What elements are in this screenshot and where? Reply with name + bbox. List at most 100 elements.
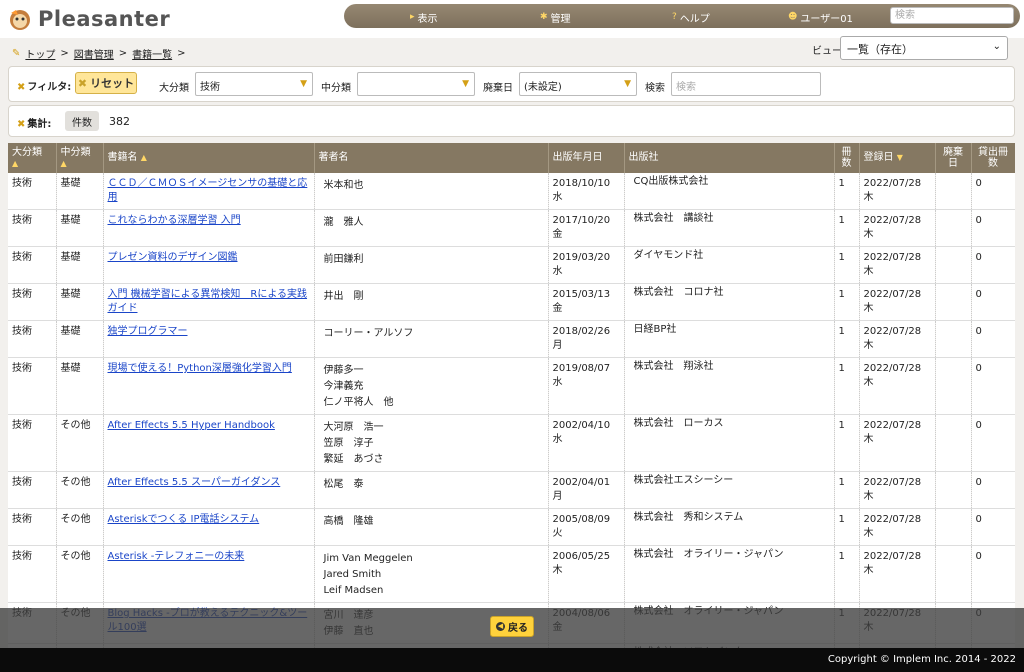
col-pubdate[interactable]: 出版年月日 <box>548 143 625 173</box>
pubday: 水 <box>552 434 563 445</box>
table-row[interactable]: 技術 基礎 これならわかる深層学習 入門 瀧 雅人 2017/10/20 金 株式会社 講談… <box>8 209 1015 247</box>
collapse-icon[interactable]: ✖ <box>17 119 25 130</box>
col-minor-label: 中分類 <box>60 147 91 158</box>
pubdate: 2006/05/25 <box>552 551 611 562</box>
cell-lent: 0 <box>971 357 1015 415</box>
book-title-link[interactable]: Asterisk -テレフォニーの未来 <box>108 551 245 562</box>
filter-panel: ✖ フィルタ: ✖ リセット 大分類 技術 ▼ 中分類 ▼ 廃棄日 (未設定) ▼… <box>8 66 1015 102</box>
nav-view[interactable]: ▸ 表示 <box>410 10 438 25</box>
cell-qty: 1 <box>834 357 860 415</box>
book-title-link[interactable]: After Effects 5.5 Hyper Handbook <box>108 420 275 431</box>
breadcrumb-sep: > <box>118 48 128 59</box>
table-row[interactable]: 技術 その他 Asterisk -テレフォニーの未来 Jim Van Meggelen… <box>8 545 1015 603</box>
regdate: 2022/07/28 <box>863 551 922 562</box>
table-row[interactable]: 技術 その他 Asteriskでつくる IP電話システム 高橋 隆雄 2005/08/0… <box>8 508 1015 546</box>
col-pubdate-label: 出版年月日 <box>552 152 603 163</box>
col-minor[interactable]: 中分類 ▲ <box>56 143 104 173</box>
reset-button[interactable]: ✖ リセット <box>75 72 137 94</box>
breadcrumb-library[interactable]: 図書管理 <box>74 46 114 61</box>
book-title-link[interactable]: プレゼン資料のデザイン図鑑 <box>108 252 238 263</box>
col-lent[interactable]: 貸出冊数 <box>971 143 1015 173</box>
col-discard[interactable]: 廃棄日 <box>935 143 972 173</box>
author-name: Jim Van Meggelen <box>323 553 413 564</box>
book-title-link[interactable]: ＣＣＤ／ＣＭＯＳイメージセンサの基礎と応用 <box>108 178 308 203</box>
cell-pubdate: 2006/05/25 木 <box>548 545 625 603</box>
logo[interactable]: Pleasanter <box>8 5 170 33</box>
book-title-link[interactable]: 現場で使える！Python深層強化学習入門 <box>108 363 292 374</box>
cell-publisher: 株式会社 コロナ社 <box>624 283 835 321</box>
book-title-link[interactable]: Asteriskでつくる IP電話システム <box>108 514 260 525</box>
table-row[interactable]: 技術 基礎 独学プログラマー コーリー・アルソフ 2018/02/26 月日経BP社 1 20… <box>8 320 1015 358</box>
major-filter-select[interactable]: 技術 ▼ <box>195 72 313 96</box>
nav-help[interactable]: ? ヘルプ <box>672 10 710 25</box>
cell-lent: 0 <box>971 414 1015 472</box>
table-row[interactable]: 技術 その他 After Effects 5.5 スーパーガイダンス 松尾 泰 2002… <box>8 471 1015 509</box>
col-regdate-label: 登録日 <box>863 152 894 163</box>
pubdate: 2015/03/13 <box>552 289 611 300</box>
regdate: 2022/07/28 <box>863 420 922 431</box>
cell-author: 瀧 雅人 <box>314 209 549 247</box>
filter-label-text: フィルタ: <box>27 82 72 93</box>
col-title[interactable]: 書籍名 ▲ <box>103 143 315 173</box>
minor-filter-select[interactable]: ▼ <box>357 72 475 96</box>
back-button[interactable]: ◀ 戻る <box>490 616 534 637</box>
nav-search-input[interactable]: 検索 <box>890 7 1014 24</box>
cell-title: After Effects 5.5 スーパーガイダンス <box>103 471 315 509</box>
cell-minor: 基礎 <box>56 209 104 247</box>
cell-publisher: 株式会社エスシーシー <box>624 471 835 509</box>
book-table-container: 大分類 ▲ 中分類 ▲ 書籍名 ▲ 著者名 出版年月日 出版社 冊数 登録日 ▼ 廃… <box>8 143 1015 672</box>
collapse-icon[interactable]: ✖ <box>17 82 25 93</box>
cell-discard <box>935 471 972 509</box>
book-title-link[interactable]: これならわかる深層学習 入門 <box>108 215 241 226</box>
count-button[interactable]: 件数 <box>65 111 99 131</box>
book-title-link[interactable]: After Effects 5.5 スーパーガイダンス <box>108 477 281 488</box>
cell-qty: 1 <box>834 246 860 284</box>
nav-view-label: 表示 <box>417 13 438 25</box>
table-row[interactable]: 技術 基礎 プレゼン資料のデザイン図鑑 前田鎌利 2019/03/20 水 ダイヤモンド社 1… <box>8 246 1015 284</box>
cell-title: 現場で使える！Python深層強化学習入門 <box>103 357 315 415</box>
col-major-label: 大分類 <box>12 147 42 158</box>
arrow-right-icon: ▸ <box>410 12 415 22</box>
table-row[interactable]: 技術 基礎 ＣＣＤ／ＣＭＯＳイメージセンサの基礎と応用 米本和也 2018/10/10 水… <box>8 173 1015 210</box>
book-title-link[interactable]: 入門 機械学習による異常検知 Rによる実践ガイド <box>108 289 308 314</box>
cell-author: 大河原 浩一 笠原 淳子 繁延 あづさ <box>314 414 549 472</box>
cell-qty: 1 <box>834 414 860 472</box>
table-row[interactable]: 技術 基礎 現場で使える！Python深層強化学習入門 伊藤多一 今津義充 仁ノ平将人 他… <box>8 357 1015 415</box>
regdate: 2022/07/28 <box>863 363 922 374</box>
view-select[interactable]: 一覧（存在） ⌄ <box>840 36 1008 60</box>
col-qty[interactable]: 冊数 <box>834 143 860 173</box>
author-name: 井出 剛 <box>323 291 364 302</box>
back-icon: ◀ <box>496 622 505 631</box>
col-regdate[interactable]: 登録日 ▼ <box>859 143 936 173</box>
col-major[interactable]: 大分類 ▲ <box>8 143 57 173</box>
search-filter-label: 検索 <box>645 83 665 94</box>
cell-discard <box>935 545 972 603</box>
discard-filter-select[interactable]: (未設定) ▼ <box>519 72 637 96</box>
table-row[interactable]: 技術 基礎 入門 機械学習による異常検知 Rによる実践ガイド 井出 剛 2015/03/… <box>8 283 1015 321</box>
back-label: 戻る <box>508 623 528 634</box>
cell-publisher: 株式会社 ローカス <box>624 414 835 472</box>
cell-regdate: 2022/07/28 木 <box>859 320 936 358</box>
author-name: 伊藤多一 <box>323 365 364 376</box>
cell-author: コーリー・アルソフ <box>314 320 549 358</box>
cell-regdate: 2022/07/28 木 <box>859 471 936 509</box>
search-filter-input[interactable]: 検索 <box>671 72 821 96</box>
col-publisher[interactable]: 出版社 <box>624 143 835 173</box>
nav-user[interactable]: ☻ ユーザー01 <box>788 10 853 25</box>
col-author[interactable]: 著者名 <box>314 143 549 173</box>
book-title-link[interactable]: 独学プログラマー <box>108 326 188 337</box>
table-row[interactable]: 技術 その他 After Effects 5.5 Hyper Handbook 大河原… <box>8 414 1015 472</box>
breadcrumb-sep: > <box>60 48 69 59</box>
copyright: Copyright © Implem Inc. 2014 - 2022 <box>827 654 1016 665</box>
logo-text: Pleasanter <box>38 7 171 31</box>
cell-pubdate: 2017/10/20 金 <box>548 209 625 247</box>
nav-manage[interactable]: ✱ 管理 <box>540 10 571 25</box>
nav-manage-label: 管理 <box>550 13 571 25</box>
breadcrumb-top[interactable]: トップ <box>25 46 55 61</box>
cell-title: Asteriskでつくる IP電話システム <box>103 508 315 546</box>
cell-lent: 0 <box>971 545 1015 603</box>
table-body: 技術 基礎 ＣＣＤ／ＣＭＯＳイメージセンサの基礎と応用 米本和也 2018/10/10 水… <box>8 173 1015 672</box>
breadcrumb-books[interactable]: 書籍一覧 <box>132 46 172 61</box>
cell-publisher: CQ出版株式会社 <box>624 173 835 210</box>
author-name: コーリー・アルソフ <box>323 328 414 339</box>
